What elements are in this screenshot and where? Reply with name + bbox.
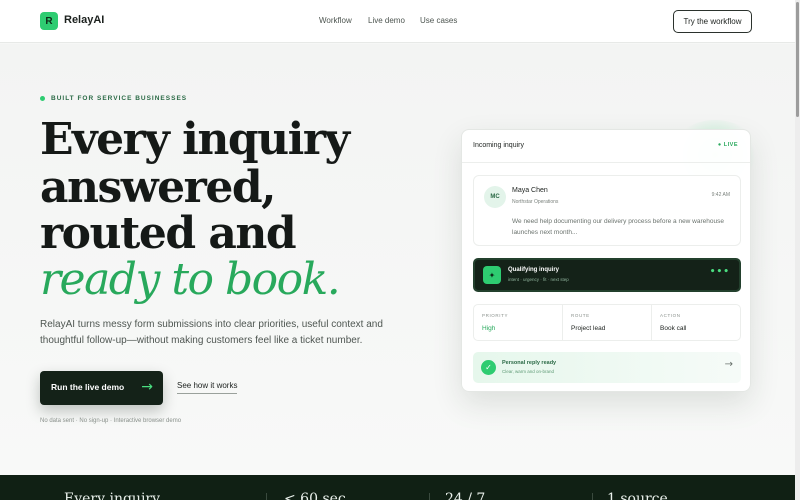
stat-value: Book call bbox=[660, 325, 687, 332]
headline-accent: ready to book. bbox=[40, 254, 341, 305]
qualifying-inquiry-panel: ✦ Qualifying inquiry intent · urgency · … bbox=[473, 258, 741, 292]
sparkle-icon: ✦ bbox=[483, 266, 501, 284]
see-how-it-works-link[interactable]: See how it works bbox=[177, 381, 238, 394]
check-circle-icon: ✓ bbox=[481, 360, 496, 375]
band-divider bbox=[592, 493, 593, 500]
stat-action: ACTION Book call bbox=[652, 305, 740, 340]
brand-name[interactable]: RelayAI bbox=[64, 14, 104, 26]
inquiry-stats: PRIORITY High ROUTE Project lead ACTION … bbox=[473, 304, 741, 341]
sender-company: Northstar Operations bbox=[512, 199, 559, 205]
stat-label: PRIORITY bbox=[482, 313, 509, 318]
headline-line-2: answered, bbox=[40, 162, 276, 213]
demo-fineprint: No data sent · No sign-up · Interactive … bbox=[40, 418, 182, 424]
avatar: MC bbox=[484, 186, 506, 208]
run-live-demo-label: Run the live demo bbox=[51, 382, 125, 392]
stat-value: High bbox=[482, 325, 496, 332]
qualifying-title: Qualifying inquiry bbox=[508, 267, 560, 273]
arrow-right-icon: → bbox=[141, 379, 153, 395]
message-time: 9:42 AM bbox=[711, 192, 730, 198]
more-dots-icon: ••• bbox=[709, 267, 730, 277]
live-badge: ● LIVE bbox=[717, 142, 738, 148]
stat-priority: PRIORITY High bbox=[474, 305, 563, 340]
personal-reply-ready[interactable]: ✓ Personal reply ready Clear, warm and o… bbox=[473, 352, 741, 383]
band-item: Every inquiry, bbox=[64, 491, 163, 500]
stat-route: ROUTE Project lead bbox=[563, 305, 652, 340]
eyebrow-label: BUILT FOR SERVICE BUSINESSES bbox=[51, 95, 188, 102]
try-workflow-button[interactable]: Try the workflow bbox=[673, 10, 752, 33]
card-title: Incoming inquiry bbox=[473, 142, 524, 149]
inquiry-demo-card: Incoming inquiry ● LIVE MC Maya Chen Nor… bbox=[461, 129, 751, 392]
card-header: Incoming inquiry ● LIVE bbox=[462, 130, 750, 163]
run-live-demo-button[interactable]: Run the live demo → bbox=[40, 371, 163, 405]
logo-icon[interactable]: R bbox=[40, 12, 58, 30]
page-scrollbar[interactable] bbox=[795, 0, 800, 500]
sender-name: Maya Chen bbox=[512, 187, 548, 194]
reply-subtitle: Clear, warm and on-brand bbox=[502, 369, 555, 374]
stat-label: ROUTE bbox=[571, 313, 590, 318]
headline-line-3: routed and bbox=[40, 208, 297, 259]
band-item: 24 / 7 bbox=[445, 491, 486, 500]
stat-label: ACTION bbox=[660, 313, 681, 318]
top-navigation-bar: R RelayAI Workflow Live demo Use cases T… bbox=[0, 0, 795, 43]
band-item: 1 source bbox=[607, 491, 668, 500]
band-item: < 60 sec bbox=[284, 491, 346, 500]
headline-line-1: Every inquiry bbox=[40, 114, 350, 165]
nav-link-use-cases[interactable]: Use cases bbox=[420, 16, 457, 25]
inquiry-message: MC Maya Chen Northstar Operations 9:42 A… bbox=[473, 175, 741, 246]
band-divider bbox=[429, 493, 430, 500]
message-text: We need help documenting our delivery pr… bbox=[512, 218, 724, 237]
stat-value: Project lead bbox=[571, 325, 606, 332]
eyebrow-dot-icon bbox=[40, 96, 45, 101]
qualifying-tags: intent · urgency · fit · next step bbox=[508, 277, 569, 282]
nav-link-workflow[interactable]: Workflow bbox=[319, 16, 352, 25]
band-divider bbox=[266, 493, 267, 500]
scrollbar-thumb[interactable] bbox=[796, 2, 799, 117]
reply-title: Personal reply ready bbox=[502, 360, 557, 366]
arrow-right-icon: → bbox=[724, 359, 733, 370]
hero-description: RelayAI turns messy form submissions int… bbox=[40, 319, 383, 346]
stats-band: Every inquiry, < 60 sec 24 / 7 1 source bbox=[0, 475, 795, 500]
nav-link-live-demo[interactable]: Live demo bbox=[368, 16, 405, 25]
